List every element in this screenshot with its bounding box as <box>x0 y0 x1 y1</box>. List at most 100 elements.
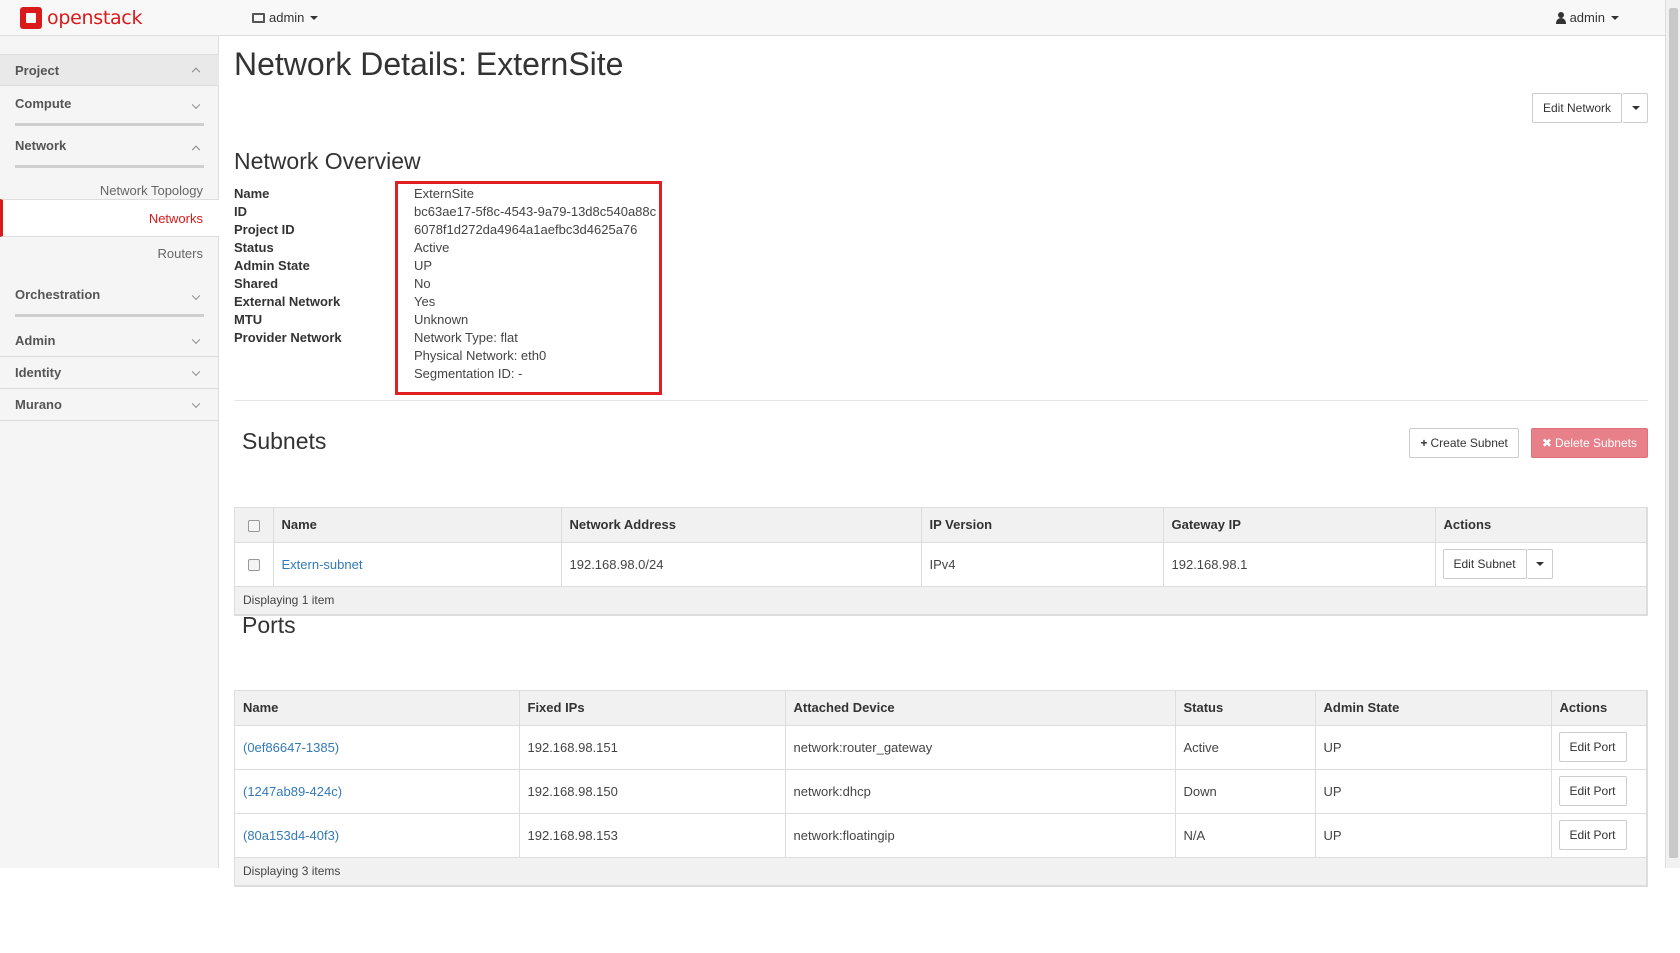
subnets-title: Subnets <box>242 428 327 454</box>
chevron-down-icon <box>191 100 201 110</box>
edit-network-group: Edit Network <box>1531 93 1648 123</box>
row-checkbox[interactable] <box>247 559 260 572</box>
overview-label: Admin State <box>234 258 310 273</box>
user-menu[interactable]: admin <box>1555 10 1619 25</box>
vertical-scrollbar[interactable] <box>1665 0 1680 868</box>
admin-state-cell: UP <box>1315 769 1552 814</box>
port-name-link[interactable]: (80a153d4-40f3) <box>243 828 339 843</box>
openstack-logo[interactable]: openstack <box>20 6 142 30</box>
dashboard-label: Murano <box>15 397 62 412</box>
sidebar-section-label: Project <box>15 63 60 78</box>
actions-cell: Edit Subnet <box>1435 542 1647 587</box>
chevron-down-icon <box>191 335 201 344</box>
subnet-name-link[interactable]: Extern-subnet <box>282 557 363 572</box>
actions-cell: Edit Port <box>1551 813 1647 858</box>
sidebar-section-orchestration[interactable]: Orchestration <box>0 277 219 317</box>
dashboard-label: Identity <box>15 365 62 380</box>
dashboard-identity[interactable]: Identity <box>0 357 219 389</box>
edit-port-button[interactable]: Edit Port <box>1558 732 1627 762</box>
edit-port-button[interactable]: Edit Port <box>1558 820 1627 850</box>
network-address-cell: 192.168.98.0/24 <box>561 542 922 587</box>
attached-device-cell: network:floatingip <box>785 813 1176 858</box>
chevron-down-icon <box>191 291 201 301</box>
column-header[interactable]: Admin State <box>1315 691 1552 726</box>
select-all-checkbox[interactable] <box>247 519 260 532</box>
status-cell: Active <box>1175 725 1316 770</box>
overview-label: External Network <box>234 294 341 309</box>
column-header[interactable]: Fixed IPs <box>519 691 786 726</box>
edit-subnet-dropdown-toggle[interactable] <box>1526 549 1553 579</box>
admin-state-cell: UP <box>1315 725 1552 770</box>
actions-cell: Edit Port <box>1551 725 1647 770</box>
overview-label: Provider Network <box>234 330 342 345</box>
delete-subnets-button[interactable]: ✖ Delete Subnets <box>1530 428 1648 458</box>
chevron-down-icon <box>191 367 201 376</box>
create-subnet-button[interactable]: + Create Subnet <box>1409 428 1519 458</box>
caret-down-icon <box>1631 106 1640 110</box>
edit-network-button[interactable]: Edit Network <box>1531 93 1622 123</box>
chevron-up-icon <box>191 145 201 155</box>
column-header[interactable]: Gateway IP <box>1163 508 1436 543</box>
brand-name: openstack <box>47 7 143 29</box>
table-row: (1247ab89-424c) 192.168.98.150 network:d… <box>235 769 1647 814</box>
edit-network-dropdown-toggle[interactable] <box>1622 93 1648 123</box>
column-header[interactable]: Name <box>235 691 520 726</box>
overview-label: Status <box>234 240 274 255</box>
sidebar-item-routers[interactable]: Routers <box>0 235 219 273</box>
table-footer: Displaying 1 item <box>235 586 1647 615</box>
overview-label: MTU <box>234 312 263 327</box>
column-header: Actions <box>1551 691 1647 726</box>
edit-subnet-group: Edit Subnet <box>1442 549 1640 579</box>
openstack-logo-icon <box>20 7 42 29</box>
ip-version-cell: IPv4 <box>921 542 1164 587</box>
user-icon <box>1555 11 1566 24</box>
project-selector-label: admin <box>269 10 305 25</box>
overview-label: Project ID <box>234 222 295 237</box>
fixed-ips-cell: 192.168.98.150 <box>519 769 786 814</box>
port-name-link[interactable]: (0ef86647-1385) <box>243 740 339 755</box>
status-cell: Down <box>1175 769 1316 814</box>
close-icon: ✖ <box>1541 436 1552 450</box>
column-header[interactable]: IP Version <box>921 508 1164 543</box>
column-header[interactable]: Network Address <box>561 508 922 543</box>
chevron-down-icon <box>191 399 201 408</box>
network-overview-title: Network Overview <box>234 148 421 174</box>
column-header[interactable]: Attached Device <box>785 691 1176 726</box>
section-divider <box>234 400 1648 401</box>
dashboard-label: Admin <box>15 333 56 348</box>
scrollbar-thumb[interactable] <box>1669 8 1678 858</box>
fixed-ips-cell: 192.168.98.151 <box>519 725 786 770</box>
column-header: Actions <box>1435 508 1647 543</box>
section-divider <box>15 165 204 168</box>
sidebar-item-networks[interactable]: Networks <box>0 199 219 237</box>
user-menu-label: admin <box>1569 10 1605 25</box>
sidebar-section-label: Orchestration <box>15 287 101 302</box>
column-header[interactable]: Name <box>273 508 562 543</box>
port-name-cell: (1247ab89-424c) <box>235 769 520 814</box>
admin-state-cell: UP <box>1315 813 1552 858</box>
overview-label: ID <box>234 204 247 219</box>
column-header[interactable]: Status <box>1175 691 1316 726</box>
port-name-cell: (0ef86647-1385) <box>235 725 520 770</box>
delete-subnets-label: Delete Subnets <box>1554 436 1637 450</box>
subnets-table: Name Network Address IP Version Gateway … <box>234 507 1648 616</box>
row-select-cell <box>235 542 274 587</box>
top-navbar: openstack admin admin <box>0 0 1665 36</box>
monitor-icon <box>252 12 265 23</box>
dashboard-admin[interactable]: Admin <box>0 325 219 357</box>
sidebar-section-project[interactable]: Project <box>0 54 219 86</box>
actions-cell: Edit Port <box>1551 769 1647 814</box>
dashboard-murano[interactable]: Murano <box>0 389 219 421</box>
edit-subnet-button[interactable]: Edit Subnet <box>1442 549 1527 579</box>
sidebar-section-network[interactable]: Network <box>0 128 219 168</box>
table-footer: Displaying 3 items <box>235 857 1647 886</box>
port-name-link[interactable]: (1247ab89-424c) <box>243 784 342 799</box>
port-name-cell: (80a153d4-40f3) <box>235 813 520 858</box>
ports-table: Name Fixed IPs Attached Device Status Ad… <box>234 690 1648 887</box>
edit-port-button[interactable]: Edit Port <box>1558 776 1627 806</box>
sidebar-section-compute[interactable]: Compute <box>0 86 219 126</box>
overview-label: Name <box>234 186 270 201</box>
create-subnet-label: Create Subnet <box>1430 436 1508 450</box>
project-selector[interactable]: admin <box>252 10 319 25</box>
select-all-cell <box>235 508 274 543</box>
